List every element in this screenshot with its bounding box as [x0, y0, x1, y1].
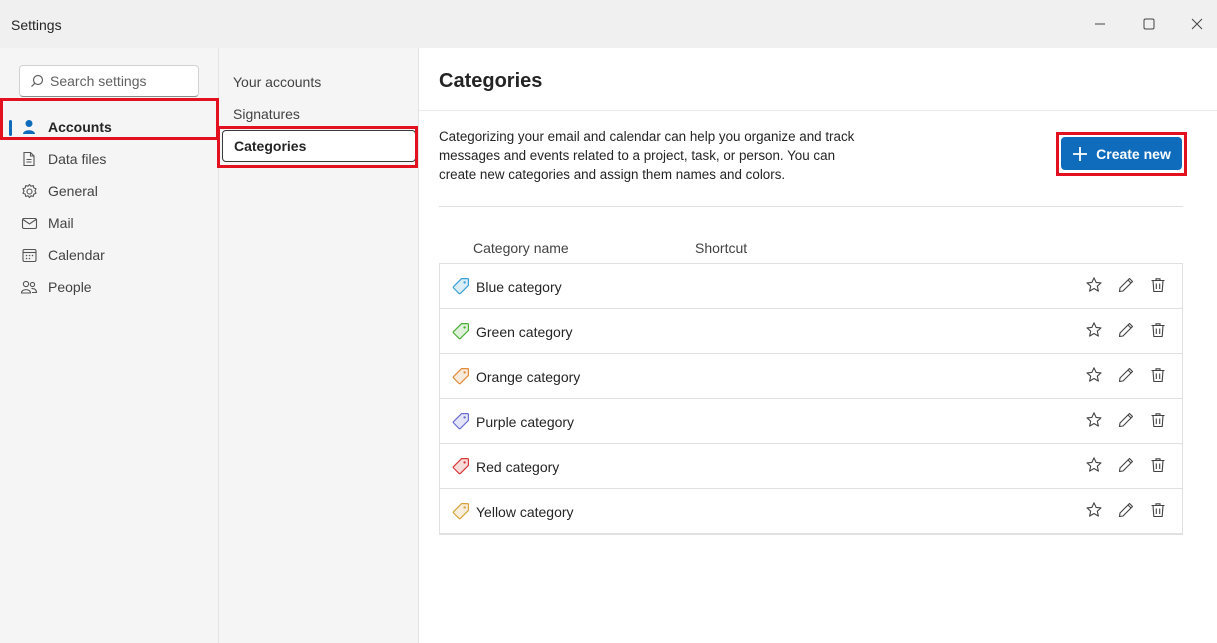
star-icon[interactable]	[1084, 410, 1104, 430]
star-icon[interactable]	[1084, 455, 1104, 475]
delete-icon[interactable]	[1148, 320, 1168, 340]
categories-table: Blue category Green category Orange cate…	[439, 263, 1183, 535]
nav-item-label: People	[48, 279, 92, 295]
nav-item-label: Mail	[48, 215, 74, 231]
column-header-shortcut: Shortcut	[695, 240, 748, 256]
nav-item-mail[interactable]: Mail	[0, 207, 219, 239]
edit-icon[interactable]	[1116, 500, 1136, 520]
tag-icon	[452, 322, 470, 340]
category-name: Red category	[476, 459, 560, 475]
person-icon	[20, 118, 38, 136]
subnav-label: Your accounts	[233, 74, 322, 90]
people-icon	[20, 278, 38, 296]
category-name: Green category	[476, 324, 573, 340]
edit-icon[interactable]	[1116, 320, 1136, 340]
search-input[interactable]	[50, 73, 190, 89]
mail-icon	[20, 214, 38, 232]
category-row[interactable]: Purple category	[440, 399, 1182, 444]
delete-icon[interactable]	[1148, 365, 1168, 385]
search-icon	[30, 74, 44, 88]
create-new-button[interactable]: Create new	[1061, 137, 1182, 170]
category-row[interactable]: Green category	[440, 309, 1182, 354]
tag-icon	[452, 502, 470, 520]
delete-icon[interactable]	[1148, 410, 1168, 430]
document-icon	[20, 150, 38, 168]
edit-icon[interactable]	[1116, 410, 1136, 430]
categories-panel: Categories Categorizing your email and c…	[419, 48, 1217, 643]
accounts-subnav: Your accounts Signatures Categories	[217, 48, 419, 643]
subnav-categories[interactable]: Categories	[222, 130, 416, 162]
page-title: Categories	[439, 70, 543, 92]
settings-nav: Accounts Data files General Mail Calenda…	[0, 48, 219, 643]
title-bar: Settings	[0, 0, 1217, 48]
nav-item-calendar[interactable]: Calendar	[0, 239, 219, 271]
tag-icon	[452, 367, 470, 385]
close-button[interactable]	[1185, 12, 1209, 36]
star-icon[interactable]	[1084, 275, 1104, 295]
subnav-signatures[interactable]: Signatures	[219, 98, 419, 130]
calendar-icon	[20, 246, 38, 264]
tag-icon	[452, 412, 470, 430]
category-row[interactable]: Red category	[440, 444, 1182, 489]
minimize-icon	[1095, 23, 1105, 25]
minimize-button[interactable]	[1088, 12, 1112, 36]
edit-icon[interactable]	[1116, 275, 1136, 295]
star-icon[interactable]	[1084, 320, 1104, 340]
star-icon[interactable]	[1084, 500, 1104, 520]
delete-icon[interactable]	[1148, 500, 1168, 520]
plus-icon	[1072, 146, 1088, 162]
edit-icon[interactable]	[1116, 455, 1136, 475]
nav-item-general[interactable]: General	[0, 175, 219, 207]
header-divider	[419, 110, 1217, 111]
category-name: Blue category	[476, 279, 562, 295]
section-divider	[439, 206, 1183, 207]
create-new-label: Create new	[1096, 145, 1171, 162]
category-row[interactable]: Yellow category	[440, 489, 1182, 534]
subnav-your-accounts[interactable]: Your accounts	[219, 66, 419, 98]
nav-item-people[interactable]: People	[0, 271, 219, 303]
categories-description: Categorizing your email and calendar can…	[439, 129, 855, 182]
nav-item-label: Calendar	[48, 247, 105, 263]
edit-icon[interactable]	[1116, 365, 1136, 385]
nav-item-label: Accounts	[48, 119, 112, 135]
tag-icon	[452, 277, 470, 295]
window-title: Settings	[11, 17, 62, 33]
delete-icon[interactable]	[1148, 275, 1168, 295]
category-name: Purple category	[476, 414, 575, 430]
category-name: Yellow category	[476, 504, 574, 520]
subnav-label: Signatures	[233, 106, 300, 122]
column-header-name: Category name	[473, 240, 569, 256]
star-icon[interactable]	[1084, 365, 1104, 385]
category-name: Orange category	[476, 369, 581, 385]
category-row[interactable]: Orange category	[440, 354, 1182, 399]
maximize-button[interactable]	[1137, 12, 1161, 36]
nav-item-data-files[interactable]: Data files	[0, 143, 219, 175]
delete-icon[interactable]	[1148, 455, 1168, 475]
search-box[interactable]	[19, 65, 199, 97]
gear-icon	[20, 182, 38, 200]
nav-item-label: Data files	[48, 151, 107, 167]
tag-icon	[452, 457, 470, 475]
nav-item-label: General	[48, 183, 98, 199]
nav-item-accounts[interactable]: Accounts	[0, 111, 219, 143]
maximize-icon	[1143, 18, 1155, 30]
subnav-label: Categories	[234, 138, 307, 154]
category-row[interactable]: Blue category	[440, 264, 1182, 309]
close-icon	[1191, 18, 1203, 30]
